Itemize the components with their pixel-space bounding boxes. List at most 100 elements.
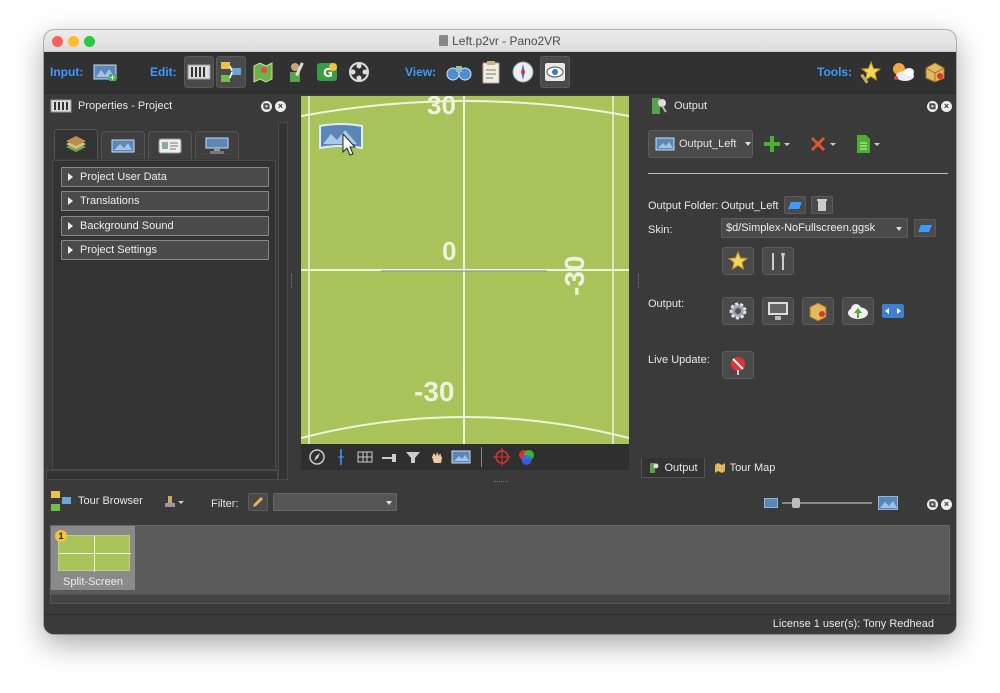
target-icon [493,448,511,466]
level-button[interactable] [379,447,399,467]
float-panel-button[interactable]: ⧉ [261,101,272,112]
section-label: Project Settings [80,244,158,256]
hand-icon [432,452,442,463]
tour-node-item[interactable]: 1 Split-Screen [51,526,135,590]
tour-browser-button[interactable] [216,56,246,88]
skin-editor-button[interactable] [722,247,754,275]
title-bar: Left.p2vr - Pano2VR [44,30,956,52]
toolbar-separator [481,447,482,467]
filter-input[interactable] [273,493,397,511]
google-street-view-button[interactable]: G [312,56,342,88]
slider-handle[interactable] [792,498,800,508]
license-text: License 1 user(s): Tony Redhead [772,618,934,630]
output-select-value: Output_Left [679,138,737,150]
section-project-settings[interactable]: Project Settings [61,240,269,260]
plus-icon [764,136,780,152]
compass-view-button[interactable] [508,56,538,88]
live-update-button[interactable] [722,351,754,379]
output-select[interactable]: Output_Left [648,130,753,158]
package-output-button[interactable] [802,297,834,325]
section-project-user-data[interactable]: Project User Data [61,167,269,187]
stack-icon [66,135,86,152]
remove-output-button[interactable] [808,132,838,156]
preview-output-button[interactable] [762,297,794,325]
add-panorama-button[interactable]: + [90,56,120,88]
panorama-preview[interactable]: 30 0 -30 -30 30 [301,96,629,444]
output-file-button[interactable] [854,132,884,156]
open-folder-button[interactable] [784,196,806,214]
zoom-window-button[interactable] [84,36,95,47]
chevron-down-icon [830,142,836,146]
clear-folder-button[interactable] [811,196,833,214]
skin-select[interactable]: $d/Simplex-NoFullscreen.ggsk [721,218,908,238]
tour-browser-scrollbar[interactable] [50,594,950,604]
binoculars-button[interactable] [444,56,474,88]
magic-wand-button[interactable] [856,56,886,88]
tab-project[interactable] [54,129,98,159]
properties-horizontal-scrollbar[interactable] [46,470,278,480]
panorama-hotspot-icon[interactable] [319,122,363,156]
color-button[interactable] [516,447,536,467]
skin-editor-icon [290,62,304,82]
pan-hand-button[interactable] [427,447,447,467]
upload-output-button[interactable] [842,297,874,325]
skin-editor-button[interactable] [280,56,310,88]
float-panel-button[interactable]: ⧉ [927,499,938,510]
preview-label-bottom: -30 [414,376,455,407]
tab-output-label: Output [664,461,698,474]
export-output-button[interactable] [882,304,904,318]
left-splitter[interactable] [291,274,293,288]
crosshair-line-icon [338,449,344,465]
open-skin-button[interactable] [914,219,936,237]
tab-view-settings[interactable] [195,131,239,159]
section-label: Project User Data [80,171,167,183]
properties-vertical-scrollbar[interactable] [278,122,288,480]
panorama-view-button[interactable] [451,447,471,467]
input-label: Input: [50,65,84,79]
section-background-sound[interactable]: Background Sound [61,216,269,236]
tab-tour-map[interactable]: Tour Map [707,458,782,478]
output-settings-button[interactable] [722,297,754,325]
map-button[interactable] [248,56,278,88]
map-icon [253,62,273,83]
add-output-button[interactable] [762,132,792,156]
tab-output[interactable]: Output [641,458,705,478]
animation-button[interactable] [344,56,374,88]
tab-panorama[interactable] [101,131,145,159]
eye-view-button[interactable] [540,56,570,88]
package-button[interactable] [920,56,950,88]
clipboard-button[interactable] [476,56,506,88]
edit-label: Edit: [150,65,177,79]
center-cross-button[interactable] [331,447,351,467]
minimize-window-button[interactable] [68,36,79,47]
tab-user-data[interactable] [148,131,192,159]
section-translations[interactable]: Translations [61,191,269,211]
thumbnail-size-slider[interactable] [782,498,872,508]
panorama-icon [111,139,135,152]
target-button[interactable] [492,447,512,467]
chevron-down-icon [386,501,392,505]
tour-browser-header: Tour Browser [50,491,143,511]
projection-button[interactable] [403,447,423,467]
float-panel-button[interactable]: ⧉ [927,101,938,112]
sort-button[interactable] [164,494,188,510]
chevron-down-icon [784,142,790,146]
filter-tag-button[interactable] [248,493,268,511]
weather-button[interactable] [888,56,918,88]
delete-x-icon [811,137,825,151]
preview-label-top: 30 [427,96,456,120]
properties-icon [187,64,211,80]
grid-button[interactable] [355,447,375,467]
close-panel-button[interactable]: × [941,499,952,510]
compass-button[interactable] [307,447,327,467]
close-panel-button[interactable]: × [941,101,952,112]
right-splitter[interactable] [638,274,640,288]
close-panel-button[interactable]: × [275,101,286,112]
skin-settings-button[interactable] [762,247,794,275]
bottom-splitter[interactable] [494,481,508,483]
output-panel-header: Output [648,96,848,116]
properties-button[interactable] [184,56,214,88]
preview-label-right: -30 [559,255,590,296]
chevron-down-icon [896,227,902,231]
close-window-button[interactable] [52,36,63,47]
